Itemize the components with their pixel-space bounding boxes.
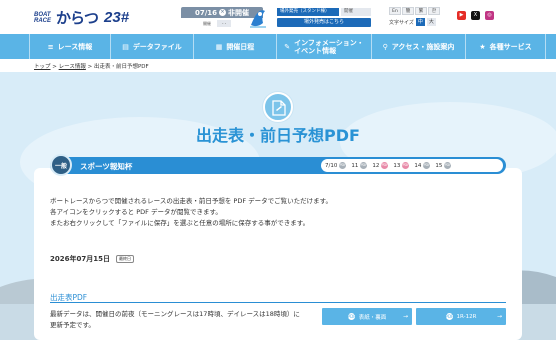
nav-label: 開催日程 (226, 42, 255, 51)
nav-label: インフォメーション・ イベント情報 (294, 38, 364, 55)
day-tab-label: 13 (393, 162, 401, 169)
section-divider (50, 302, 506, 303)
logo-name: からつ (56, 9, 99, 27)
day-tab-13[interactable]: 13 PDF (393, 162, 410, 169)
list-icon: ≡ (47, 42, 54, 51)
star-icon: ★ (479, 42, 486, 51)
nav-label: 各種サービス (489, 42, 532, 51)
no-race-icon: × (219, 9, 227, 16)
race-date: 2026年07月15日 最終日 (50, 254, 134, 264)
venue-status-value: 開催 (341, 7, 371, 16)
button-label: 表紙・裏面 (358, 314, 387, 321)
lang-en-button[interactable]: En (389, 7, 401, 15)
nav-data-file[interactable]: ▤ データファイル (110, 34, 193, 59)
day-tab-label: 14 (414, 162, 422, 169)
breadcrumb-current: 出走表・前日予想PDF (93, 64, 149, 70)
race-date-text: 2026年07月15日 (50, 255, 110, 263)
cover-pdf-button[interactable]: PDF 表紙・裏面 → (322, 308, 412, 325)
pdf-icon: PDF (423, 162, 431, 169)
lang-ko-button[interactable]: 한 (428, 7, 440, 15)
pdf-document-icon (263, 92, 293, 122)
logo-race-text: RACE (34, 17, 52, 24)
venue-status-label: 場外発売（スタンド棟） (277, 7, 339, 16)
instagram-icon[interactable]: ◎ (485, 11, 494, 20)
day-tab-11[interactable]: 11 PDF (351, 162, 368, 169)
nav-label: アクセス・施設案内 (391, 42, 455, 51)
site-logo[interactable]: BOAT RACE からつ 23# (34, 7, 129, 28)
venue-sale-box: 場外発売（スタンド棟） 開催 場外発売はこちら (277, 7, 371, 27)
breadcrumb: トップ > レース情報 > 出走表・前日予想PDF (34, 62, 149, 70)
day-tab-label: 12 (372, 162, 380, 169)
arrow-right-icon: → (496, 313, 502, 320)
day-tab-label: 15 (435, 162, 443, 169)
nav-label: データファイル (132, 42, 182, 51)
grade-badge: 一般 (50, 154, 72, 176)
mascot-icon (250, 10, 266, 28)
nav-information[interactable]: ✎ インフォメーション・ イベント情報 (276, 34, 371, 59)
breadcrumb-separator: > (52, 64, 57, 70)
font-size-large-button[interactable]: 大 (426, 18, 436, 26)
boatrace-mark: BOAT RACE (34, 12, 54, 24)
day-tab-15[interactable]: 15 PDF (435, 162, 452, 169)
pdf-icon: PDF (360, 162, 368, 169)
race-day-tabs: 7/10 PDF 11 PDF 12 PDF 13 PDF 14 PDF 15 PDF (321, 159, 503, 172)
intro-line: 各アイコンをクリックすると PDF データが閲覧できます。 (50, 208, 222, 216)
pdf-icon: PDF (347, 313, 356, 320)
nav-schedule[interactable]: ▦ 開催日程 (193, 34, 276, 59)
button-label: 1R-12R (456, 313, 477, 320)
language-switcher: En 簡 繁 한 (389, 7, 441, 15)
pdf-icon: PDF (402, 162, 410, 169)
breadcrumb-race-info[interactable]: レース情報 (59, 64, 86, 70)
file-icon: ▤ (122, 42, 129, 51)
intro-line: またお右クリックして「ファイルに保存」を選ぶと任意の場所に保存する事ができます。 (50, 219, 310, 227)
schedule-row-label: 開催 (203, 20, 211, 26)
day-tab-label: 7/10 (325, 162, 338, 169)
pin-icon: ⚲ (382, 42, 388, 51)
pen-icon: ✎ (284, 42, 291, 51)
schedule-status-text: 非開催 (228, 8, 250, 17)
intro-line: ボートレースからつで開催されるレースの出走表・前日予想を PDF データでご覧い… (50, 197, 332, 205)
schedule-row-value: - - (217, 20, 232, 27)
day-tab-label: 11 (351, 162, 359, 169)
day-tab-0710[interactable]: 7/10 PDF (325, 162, 347, 169)
schedule-date: 07/16 (194, 8, 218, 17)
font-size-medium-button[interactable]: 中 (415, 18, 425, 26)
intro-text: ボートレースからつで開催されるレースの出走表・前日予想を PDF データでご覧い… (50, 196, 332, 229)
nav-label: レース情報 (57, 42, 93, 51)
note-line: 最新データは、開催日の前夜（モーニングレースは17時頃、デイレースは18時頃）に (50, 310, 300, 318)
note-line: 更新予定です。 (50, 321, 95, 329)
global-nav: ≡ レース情報 ▤ データファイル ▦ 開催日程 ✎ インフォメーション・ イベ… (0, 34, 556, 59)
final-day-badge: 最終日 (115, 255, 134, 263)
youtube-icon[interactable]: ▶ (457, 11, 466, 20)
pdf-icon: PDF (445, 313, 454, 320)
update-note: 最新データは、開催日の前夜（モーニングレースは17時頃、デイレースは18時頃）に… (50, 309, 300, 331)
races-pdf-button[interactable]: PDF 1R-12R → (416, 308, 506, 325)
lang-zh-tw-button[interactable]: 繁 (415, 7, 427, 15)
nav-services[interactable]: ★ 各種サービス (465, 34, 546, 59)
venue-sale-button[interactable]: 場外発売はこちら (277, 18, 371, 27)
breadcrumb-home[interactable]: トップ (34, 64, 51, 70)
font-size-switcher: 文字サイズ 中 大 (389, 18, 436, 26)
day-tab-12[interactable]: 12 PDF (372, 162, 389, 169)
day-tab-14[interactable]: 14 PDF (414, 162, 431, 169)
pdf-icon: PDF (444, 162, 452, 169)
font-size-label: 文字サイズ (389, 19, 414, 26)
nav-race-info[interactable]: ≡ レース情報 (29, 34, 110, 59)
race-name: スポーツ報知杯 (80, 162, 133, 171)
x-icon[interactable]: X (471, 11, 480, 20)
sns-links: ▶ X ◎ (457, 11, 499, 20)
nav-access[interactable]: ⚲ アクセス・施設案内 (371, 34, 465, 59)
page-title: 出走表・前日予想PDF (196, 126, 360, 145)
pdf-icon: PDF (381, 162, 389, 169)
lang-zh-cn-button[interactable]: 簡 (402, 7, 414, 15)
site-header: BOAT RACE からつ 23# 07/16 × 非開催 開催 - - 場外発… (0, 0, 556, 34)
pdf-icon: PDF (339, 162, 347, 169)
calendar-icon: ▦ (215, 42, 223, 51)
logo-number: 23# (104, 9, 130, 26)
breadcrumb-separator: > (87, 64, 93, 70)
arrow-right-icon: → (402, 313, 408, 320)
